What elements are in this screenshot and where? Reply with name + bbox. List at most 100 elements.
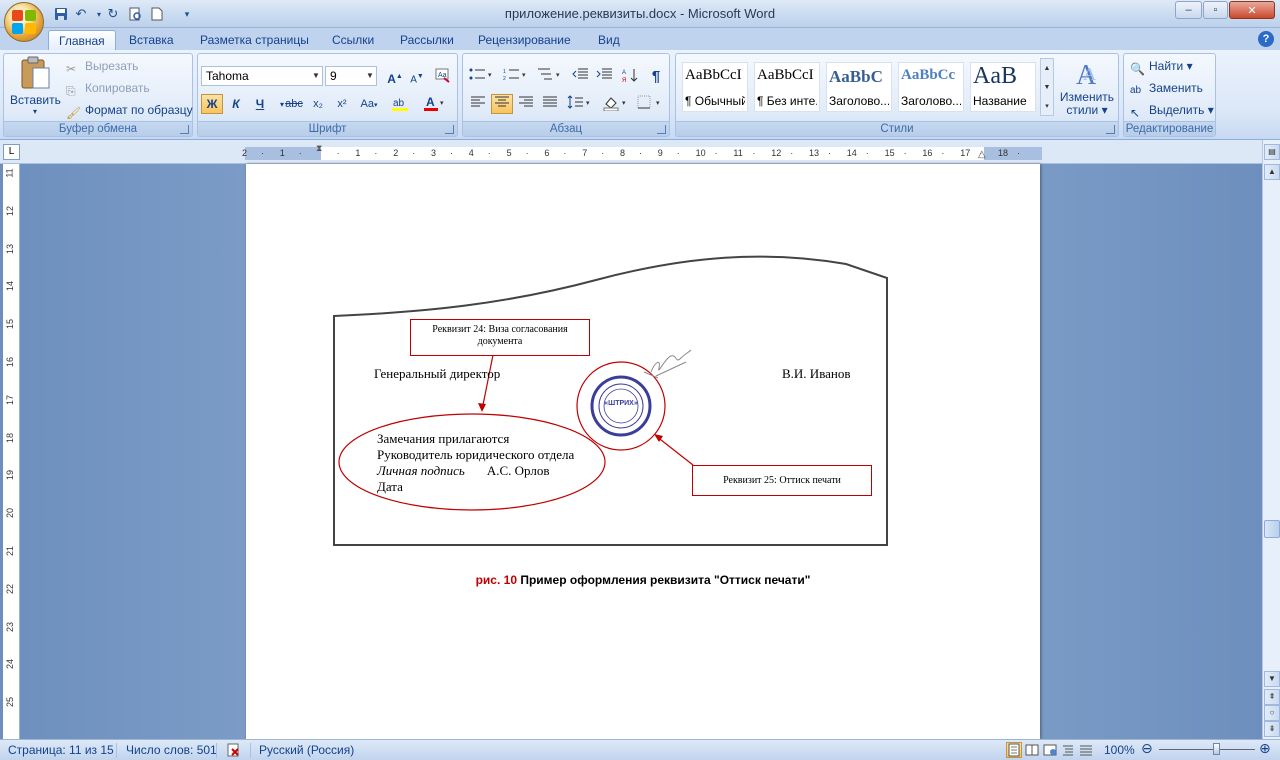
right-indent-marker-icon[interactable]: △ — [978, 149, 986, 160]
underline-button[interactable]: Ч — [249, 94, 271, 114]
ruler-dot: · — [487, 148, 491, 158]
previous-page-icon[interactable]: ⇞ — [1264, 689, 1280, 705]
help-icon[interactable]: ? — [1258, 31, 1274, 47]
align-center-icon[interactable] — [491, 94, 513, 114]
chevron-down-icon: ▼ — [366, 71, 374, 80]
ruler-mark: 11 — [733, 148, 743, 158]
font-name-combo[interactable]: Tahoma ▼ — [201, 66, 323, 86]
align-left-icon[interactable] — [467, 94, 489, 114]
font-group: Tahoma ▼ 9 ▼ A▲ A▼ Aa Ж К Ч ▾ abc x₂ x² Aa… — [197, 53, 458, 137]
format-painter-button[interactable]: 🖌 Формат по образцу — [66, 100, 193, 120]
font-color-button[interactable]: A ▾ — [420, 94, 450, 114]
svg-text:2: 2 — [503, 76, 506, 81]
replace-button[interactable]: ab Заменить — [1130, 78, 1203, 98]
change-styles-button[interactable]: AA Изменить стили ▾ — [1058, 58, 1116, 117]
ruler-dot: · — [261, 148, 264, 158]
zoom-level[interactable]: 100% — [1104, 743, 1135, 757]
sort-icon[interactable]: АЯ — [619, 66, 641, 86]
bullets-icon[interactable]: ▾ — [467, 66, 497, 86]
draft-view-icon[interactable] — [1078, 742, 1094, 758]
tab-view[interactable]: Вид — [588, 30, 630, 50]
multilevel-list-icon[interactable]: ▾ — [535, 66, 565, 86]
ruler-mark: 6 — [544, 148, 550, 158]
justify-icon[interactable] — [539, 94, 561, 114]
style-no-spacing[interactable]: AaBbCcI ¶ Без инте... — [754, 62, 820, 112]
tab-review[interactable]: Рецензирование — [468, 30, 581, 50]
ruler-toggle-icon[interactable]: ▤ — [1264, 144, 1280, 160]
tab-references[interactable]: Ссылки — [322, 30, 384, 50]
cut-button[interactable]: ✂ Вырезать — [66, 56, 138, 76]
grow-font-button[interactable]: A▲ — [384, 66, 406, 86]
svg-text:▾: ▾ — [586, 100, 590, 107]
print-layout-icon[interactable] — [1006, 742, 1022, 758]
shrink-font-button[interactable]: A▼ — [406, 66, 428, 86]
style-normal[interactable]: AaBbCcI ¶ Обычный — [682, 62, 748, 112]
scroll-down-icon[interactable]: ▼ — [1264, 671, 1280, 687]
dialog-launcher-icon[interactable] — [180, 125, 189, 134]
svg-text:▾: ▾ — [656, 100, 660, 107]
pilcrow-icon[interactable]: ¶ — [645, 66, 667, 86]
numbering-icon[interactable]: 1 2 ▾ — [501, 66, 531, 86]
style-heading-2[interactable]: AaBbCc Заголово... — [898, 62, 964, 112]
tab-selector[interactable]: L — [3, 144, 20, 160]
select-button[interactable]: ↖ Выделить ▾ — [1130, 100, 1214, 120]
dialog-launcher-icon[interactable] — [657, 125, 666, 134]
font-size-combo[interactable]: 9 ▼ — [325, 66, 377, 86]
tab-insert[interactable]: Вставка — [119, 30, 184, 50]
scroll-up-icon[interactable]: ▲ — [1264, 164, 1280, 180]
style-heading-1[interactable]: AaBbC Заголово... — [826, 62, 892, 112]
tab-home[interactable]: Главная — [48, 30, 116, 50]
strikethrough-button[interactable]: abc — [283, 94, 305, 114]
decrease-indent-icon[interactable] — [569, 66, 591, 86]
paste-button[interactable]: Вставить ▾ — [10, 56, 61, 120]
line-spacing-icon[interactable]: ▾ — [565, 94, 595, 114]
svg-text:А: А — [622, 70, 626, 76]
superscript-button[interactable]: x² — [331, 94, 353, 114]
find-button[interactable]: 🔍 Найти ▾ — [1130, 56, 1193, 76]
spell-check-icon[interactable] — [226, 743, 244, 760]
language-indicator[interactable]: Русский (Россия) — [259, 743, 354, 757]
align-right-icon[interactable] — [515, 94, 537, 114]
italic-button[interactable]: К — [225, 94, 247, 114]
zoom-in-icon[interactable]: ⊕ — [1259, 740, 1271, 757]
maximize-button[interactable]: ▫ — [1203, 1, 1228, 19]
copy-button[interactable]: ⎘ Копировать — [66, 78, 150, 98]
dialog-launcher-icon[interactable] — [445, 125, 454, 134]
increase-indent-icon[interactable] — [593, 66, 615, 86]
select-browse-object-icon[interactable]: ○ — [1264, 705, 1280, 721]
close-button[interactable]: ✕ — [1229, 1, 1275, 19]
scroll-thumb[interactable] — [1264, 520, 1280, 538]
vertical-scrollbar[interactable]: ▤ ▲ ▼ ⇞ ○ ⇟ — [1262, 140, 1280, 739]
outline-view-icon[interactable] — [1060, 742, 1076, 758]
page-indicator[interactable]: Страница: 11 из 15 — [8, 743, 114, 757]
zoom-out-icon[interactable]: ⊖ — [1141, 740, 1153, 757]
clear-formatting-icon[interactable]: Aa — [432, 66, 454, 86]
ruler-mark: 12 — [771, 148, 782, 158]
ruler-dot: · — [298, 148, 302, 158]
indent-marker-icon[interactable]: ⧗ — [316, 143, 322, 154]
zoom-slider[interactable] — [1159, 743, 1255, 755]
horizontal-ruler[interactable]: 2 · 1 · · 1 · 2 · 3 · 4 · 5 · 6 · 7 · 8 · 9 · 10 · 11 · 12 · 13 · 14 · 15… — [242, 143, 1042, 160]
vertical-ruler[interactable]: 11 12 13 14 15 16 17 18 19 20 21 22 23 24 25 — [3, 164, 20, 739]
tab-mailings[interactable]: Рассылки — [390, 30, 464, 50]
tab-page-layout[interactable]: Разметка страницы — [190, 30, 319, 50]
dialog-launcher-icon[interactable] — [1106, 125, 1115, 134]
borders-icon[interactable]: ▾ — [635, 94, 665, 114]
bold-button[interactable]: Ж — [201, 94, 223, 114]
minimize-button[interactable]: – — [1175, 1, 1202, 19]
document-page[interactable]: Реквизит 24: Виза согласования документа… — [246, 164, 1040, 739]
change-case-button[interactable]: Aa▾ — [355, 94, 383, 114]
styles-scroll[interactable]: ▲ ▼ ▾ — [1040, 58, 1054, 116]
position-title: Генеральный директор — [374, 366, 501, 381]
word-count[interactable]: Число слов: 501 — [126, 743, 217, 757]
ribbon: Вставить ▾ ✂ Вырезать ⎘ Копировать 🖌 Формат… — [0, 50, 1280, 140]
zoom-slider-thumb[interactable] — [1212, 743, 1220, 755]
web-layout-icon[interactable] — [1042, 742, 1058, 758]
shading-icon[interactable]: ▾ — [601, 94, 631, 114]
highlight-button[interactable]: ab — [388, 94, 416, 114]
subscript-button[interactable]: x₂ — [307, 94, 329, 114]
next-page-icon[interactable]: ⇟ — [1264, 721, 1280, 737]
style-title[interactable]: AaB Название — [970, 62, 1036, 112]
office-button[interactable] — [4, 2, 44, 42]
full-screen-reading-icon[interactable] — [1024, 742, 1040, 758]
